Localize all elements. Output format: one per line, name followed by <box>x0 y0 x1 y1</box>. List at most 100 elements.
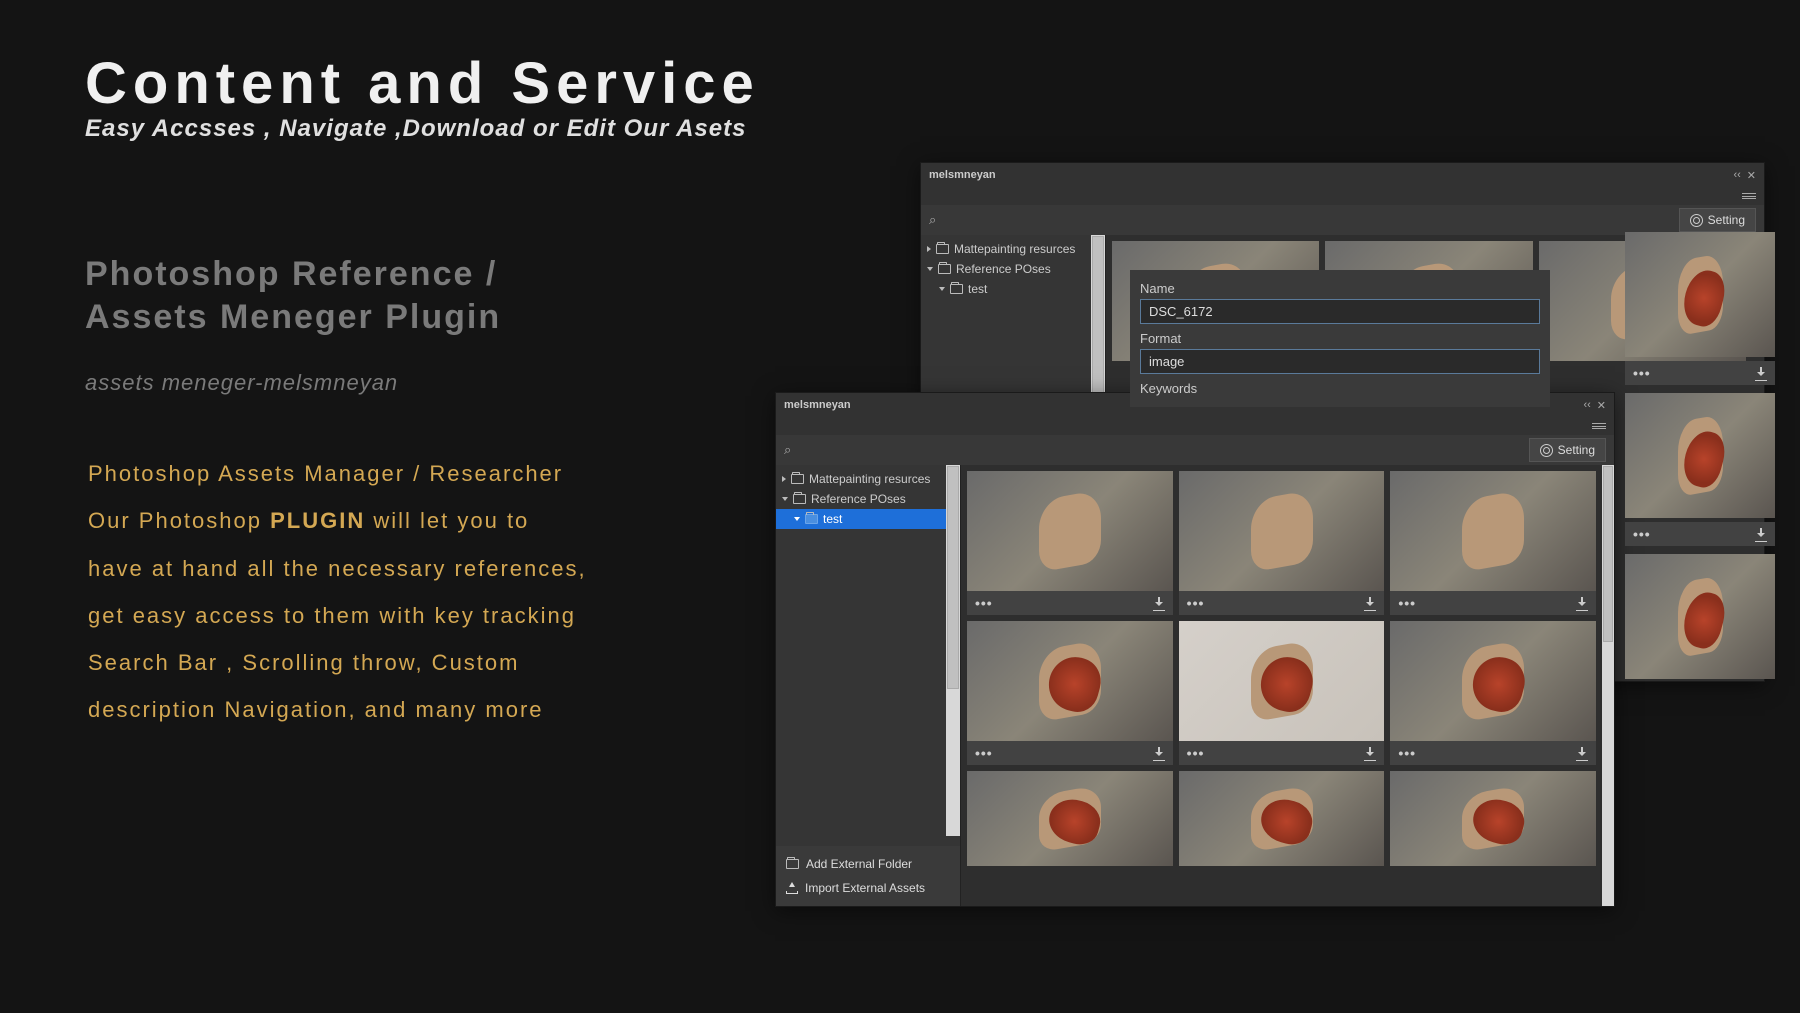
download-icon[interactable] <box>1576 747 1588 759</box>
asset-thumbnail[interactable] <box>1390 621 1596 741</box>
tree-label: Reference POses <box>811 492 906 506</box>
add-folder-label: Add External Folder <box>806 857 912 871</box>
more-icon[interactable]: ••• <box>1398 745 1416 761</box>
panel-toolbar: ⌕ Setting <box>776 435 1614 465</box>
tree-item-mattepainting[interactable]: Mattepainting resurces <box>776 469 960 489</box>
sidebar-scrollbar[interactable] <box>946 465 960 836</box>
more-icon[interactable]: ••• <box>1633 526 1651 542</box>
panel-title: melsmneyan <box>929 169 996 181</box>
body-line2c: will let you to <box>365 508 529 533</box>
keywords-label: Keywords <box>1140 378 1540 399</box>
body-line3: have at hand all the necessary reference… <box>88 556 587 581</box>
folder-icon <box>793 494 806 504</box>
download-icon[interactable] <box>1153 747 1165 759</box>
format-input[interactable] <box>1140 349 1540 374</box>
folder-icon <box>950 284 963 294</box>
asset-thumbnail[interactable] <box>1625 232 1775 357</box>
panel-titlebar[interactable]: melsmneyan ‹‹ ✕ <box>921 163 1764 187</box>
tree-label: test <box>823 512 842 526</box>
body-line5: Search Bar , Scrolling throw, Custom <box>88 650 519 675</box>
scrollbar-thumb[interactable] <box>947 466 959 689</box>
search-icon[interactable]: ⌕ <box>784 442 791 458</box>
menu-icon[interactable] <box>1742 191 1756 201</box>
asset-thumbnail[interactable] <box>1625 554 1775 679</box>
asset-grid: ••• ••• ••• <box>961 465 1614 906</box>
search-icon[interactable]: ⌕ <box>929 212 936 228</box>
more-icon[interactable]: ••• <box>1633 365 1651 381</box>
tree-item-reference-poses[interactable]: Reference POses <box>921 259 1105 279</box>
asset-thumbnail[interactable] <box>967 771 1173 866</box>
search-input[interactable] <box>799 439 1520 461</box>
tree-item-reference-poses[interactable]: Reference POses <box>776 489 960 509</box>
asset-thumbnail[interactable] <box>967 621 1173 741</box>
chevron-right-icon <box>782 476 786 482</box>
folder-sidebar: Mattepainting resurces Reference POses t… <box>776 465 961 906</box>
more-icon[interactable]: ••• <box>975 745 993 761</box>
download-icon[interactable] <box>1755 528 1767 540</box>
more-icon[interactable]: ••• <box>1187 745 1205 761</box>
asset-thumbnail[interactable] <box>1179 771 1385 866</box>
asset-thumbnail[interactable] <box>1390 771 1596 866</box>
more-icon[interactable]: ••• <box>1187 595 1205 611</box>
body-line6: description Navigation, and many more <box>88 697 544 722</box>
grid-scrollbar[interactable] <box>1602 465 1614 906</box>
section-title: Photoshop Reference / Assets Meneger Plu… <box>85 253 501 338</box>
name-label: Name <box>1140 278 1540 299</box>
folder-icon <box>938 264 951 274</box>
more-icon[interactable]: ••• <box>975 595 993 611</box>
folder-icon <box>936 244 949 254</box>
download-icon[interactable] <box>1153 597 1165 609</box>
asset-thumbnail[interactable] <box>1179 621 1385 741</box>
setting-button[interactable]: Setting <box>1679 208 1756 232</box>
folder-open-icon <box>805 514 818 524</box>
asset-thumbnail[interactable] <box>967 471 1173 591</box>
import-external-assets-button[interactable]: Import External Assets <box>782 876 954 900</box>
scrollbar-thumb[interactable] <box>1603 466 1613 642</box>
plugin-word: PLUGIN <box>270 508 365 533</box>
asset-thumbnail[interactable] <box>1179 471 1385 591</box>
body-line1: Photoshop Assets Manager / Researcher <box>88 461 563 486</box>
name-input[interactable] <box>1140 299 1540 324</box>
chevron-down-icon <box>794 517 800 521</box>
download-icon[interactable] <box>1576 597 1588 609</box>
search-input[interactable] <box>944 209 1670 231</box>
collapse-icon[interactable]: ‹‹ <box>1733 169 1740 181</box>
section-subtitle: assets meneger-melsmneyan <box>85 370 398 396</box>
asset-properties-popup: Name Format Keywords <box>1130 270 1550 407</box>
folder-add-icon <box>786 859 799 869</box>
setting-button[interactable]: Setting <box>1529 438 1606 462</box>
setting-label: Setting <box>1558 443 1595 457</box>
tree-item-test[interactable]: test <box>776 509 960 529</box>
chevron-right-icon <box>927 246 931 252</box>
tree-label: Reference POses <box>956 262 1051 276</box>
panel-toolbar: ⌕ Setting <box>921 205 1764 235</box>
section-title-line2: Assets Meneger Plugin <box>85 298 501 336</box>
gear-icon <box>1540 444 1553 457</box>
folder-icon <box>791 474 804 484</box>
download-icon[interactable] <box>1755 367 1767 379</box>
menu-icon[interactable] <box>1592 421 1606 431</box>
asset-thumbnail[interactable] <box>1625 393 1775 518</box>
gear-icon <box>1690 214 1703 227</box>
tree-item-test[interactable]: test <box>921 279 1105 299</box>
more-icon[interactable]: ••• <box>1398 595 1416 611</box>
hero-subtitle: Easy Accsses , Navigate ,Download or Edi… <box>85 115 746 143</box>
tree-label: Mattepainting resurces <box>954 242 1075 256</box>
setting-label: Setting <box>1708 213 1745 227</box>
add-external-folder-button[interactable]: Add External Folder <box>782 852 954 876</box>
download-icon[interactable] <box>1364 747 1376 759</box>
tree-item-mattepainting[interactable]: Mattepainting resurces <box>921 239 1105 259</box>
back-panel-right-column: ••• ••• <box>1625 232 1775 683</box>
sidebar-footer: Add External Folder Import External Asse… <box>776 846 960 906</box>
body-line2a: Our Photoshop <box>88 508 270 533</box>
plugin-panel-front: melsmneyan ‹‹ ✕ ⌕ Setting Mattepainting … <box>775 392 1615 907</box>
chevron-down-icon <box>782 497 788 501</box>
close-icon[interactable]: ✕ <box>1747 169 1756 182</box>
download-icon[interactable] <box>1364 597 1376 609</box>
asset-thumbnail[interactable] <box>1390 471 1596 591</box>
close-icon[interactable]: ✕ <box>1597 399 1606 412</box>
hero-title: Content and Service <box>85 50 760 117</box>
collapse-icon[interactable]: ‹‹ <box>1583 399 1590 411</box>
tree-label: test <box>968 282 987 296</box>
tree-label: Mattepainting resurces <box>809 472 930 486</box>
